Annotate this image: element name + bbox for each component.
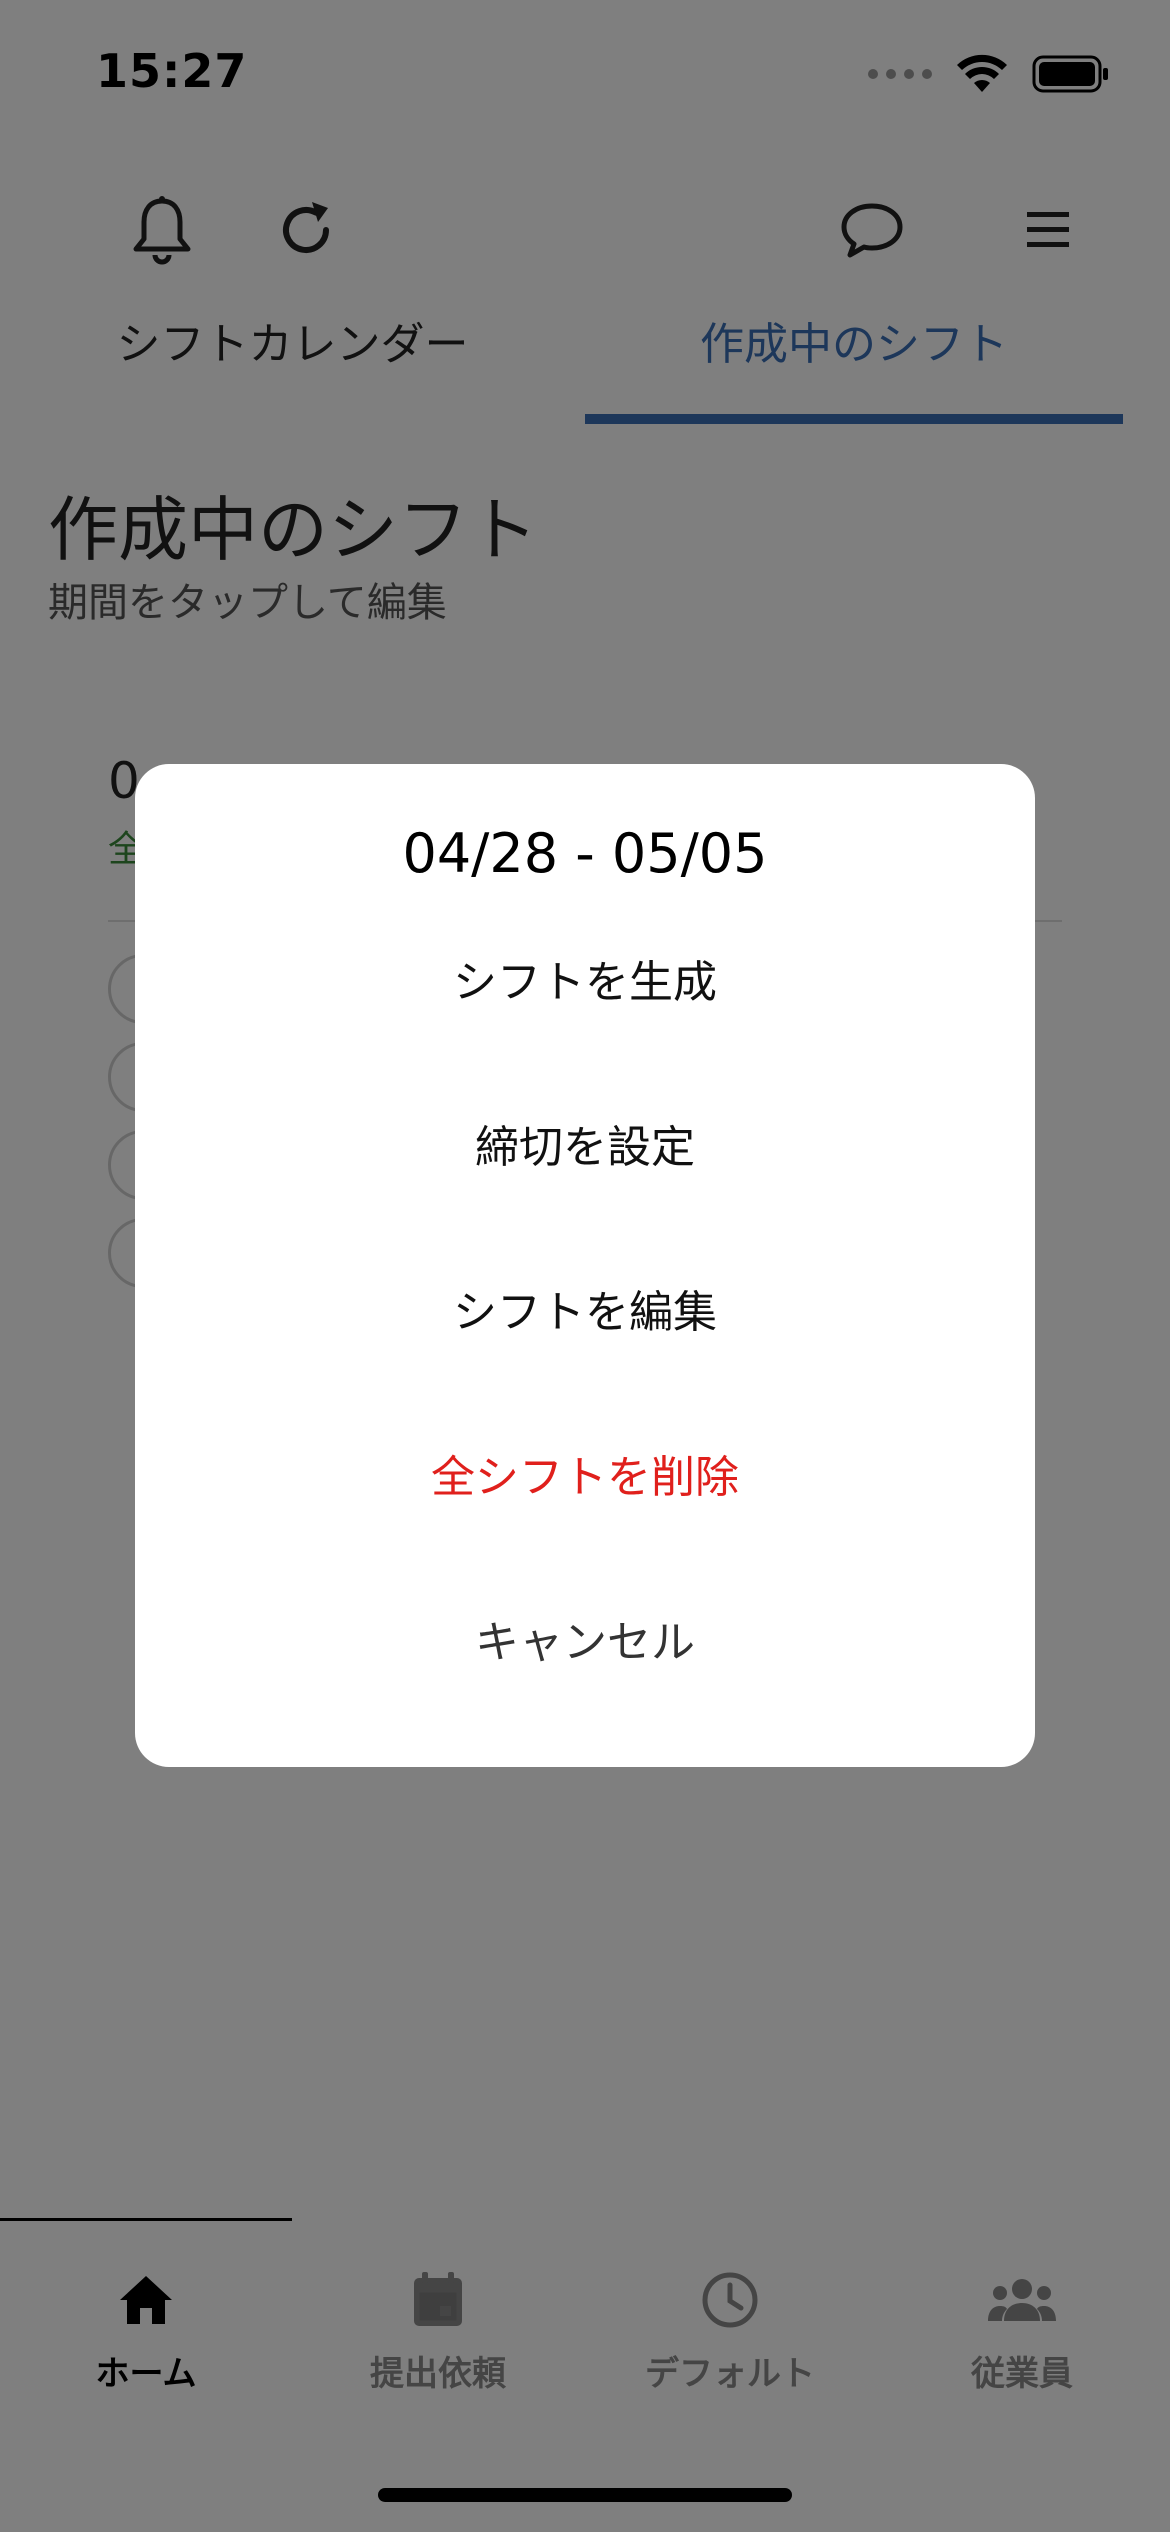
generate-shift-button[interactable]: シフトを生成 — [175, 930, 995, 1026]
edit-shift-button[interactable]: シフトを編集 — [175, 1260, 995, 1356]
cancel-button[interactable]: キャンセル — [175, 1590, 995, 1686]
home-indicator — [378, 2488, 792, 2502]
set-deadline-button[interactable]: 締切を設定 — [175, 1095, 995, 1191]
dialog-title: 04/28 - 05/05 — [402, 822, 768, 885]
period-action-dialog: 04/28 - 05/05 シフトを生成 締切を設定 シフトを編集 全シフトを削… — [135, 764, 1035, 1767]
delete-all-shifts-button[interactable]: 全シフトを削除 — [175, 1425, 995, 1521]
